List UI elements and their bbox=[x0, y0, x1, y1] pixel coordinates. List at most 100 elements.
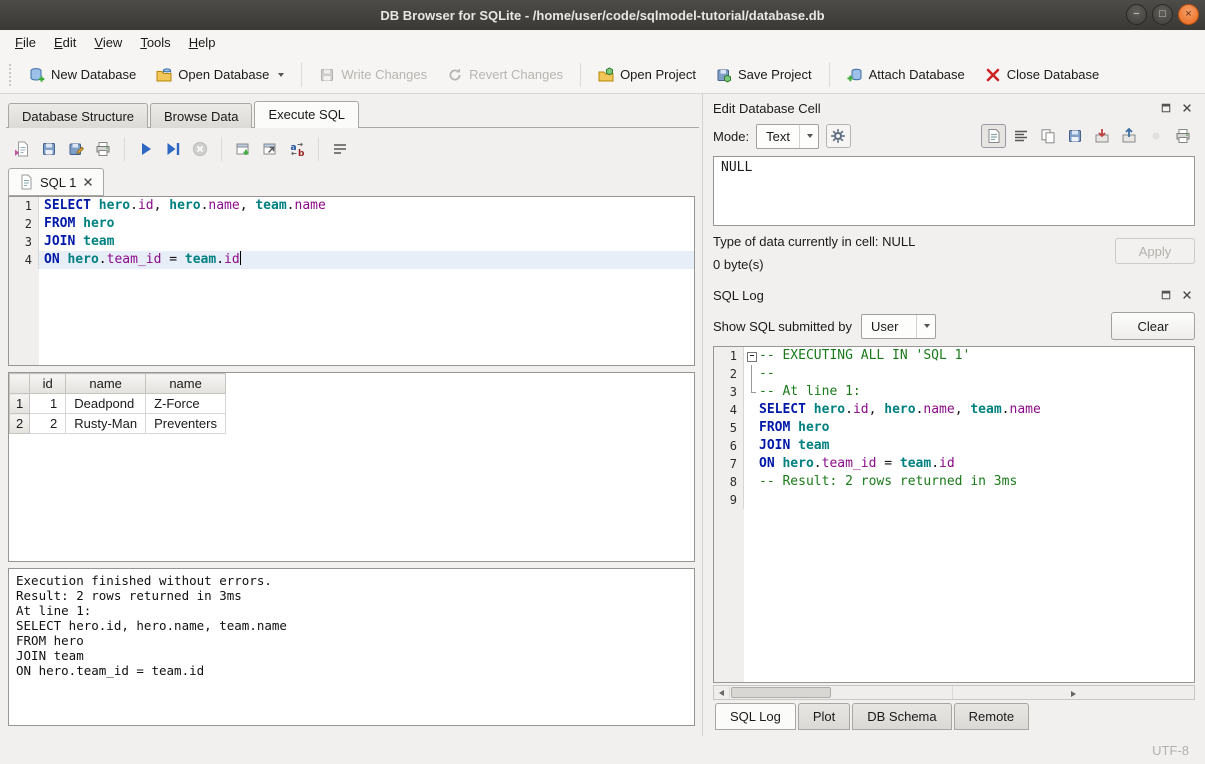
toolbar-close-database-button[interactable]: Close Database bbox=[976, 62, 1109, 88]
execute-line-button[interactable] bbox=[161, 137, 185, 161]
fold-marker-icon[interactable] bbox=[744, 347, 759, 365]
word-wrap-button[interactable] bbox=[328, 137, 352, 161]
cell-editor[interactable]: NULL bbox=[713, 156, 1195, 226]
title-bar[interactable]: DB Browser for SQLite - /home/user/code/… bbox=[0, 0, 1205, 30]
save-sql-as-button[interactable] bbox=[64, 137, 88, 161]
line-number: 6 bbox=[714, 437, 744, 455]
filter-label: Show SQL submitted by bbox=[713, 319, 852, 334]
sql-submitter-select[interactable]: User bbox=[861, 314, 936, 339]
detach-tab-button[interactable] bbox=[258, 137, 282, 161]
sql-editor[interactable]: 1SELECT hero.id, hero.name, team.name2FR… bbox=[8, 196, 695, 366]
save-cell-button[interactable] bbox=[1062, 124, 1087, 148]
editor-line[interactable]: 3JOIN team bbox=[9, 233, 694, 251]
menu-item-tools[interactable]: Tools bbox=[131, 30, 179, 56]
cell-info-texts: Type of data currently in cell: NULL 0 b… bbox=[713, 234, 1115, 272]
float-panel-button[interactable] bbox=[1158, 100, 1174, 116]
toolbar-button-label: Open Database bbox=[178, 67, 269, 82]
mode-select[interactable]: Text bbox=[756, 124, 819, 149]
save-sql-file-button[interactable] bbox=[37, 137, 61, 161]
stop-icon bbox=[192, 141, 208, 157]
results-cell[interactable]: 2 bbox=[30, 414, 66, 434]
menu-item-file[interactable]: File bbox=[6, 30, 45, 56]
maximize-button[interactable]: □ bbox=[1152, 4, 1173, 25]
copy-page-button[interactable] bbox=[1035, 124, 1060, 148]
menu-item-view[interactable]: View bbox=[85, 30, 131, 56]
float-icon bbox=[1160, 289, 1172, 301]
print-button[interactable] bbox=[91, 137, 115, 161]
editor-line[interactable]: 1SELECT hero.id, hero.name, team.name bbox=[9, 197, 694, 215]
results-column-header[interactable]: id bbox=[30, 374, 66, 394]
toolbar-open-project-button[interactable]: Open Project bbox=[589, 62, 705, 88]
encoding-label: UTF-8 bbox=[1152, 743, 1189, 758]
row-number-cell[interactable]: 1 bbox=[10, 394, 30, 414]
log-code: ON hero.team_id = team.id bbox=[759, 455, 1194, 473]
tab-remote[interactable]: Remote bbox=[954, 703, 1030, 730]
log-line: 4SELECT hero.id, hero.name, team.name bbox=[714, 401, 1194, 419]
stop-button bbox=[188, 137, 212, 161]
align-lines-button[interactable] bbox=[1008, 124, 1033, 148]
sql-log-view[interactable]: 1-- EXECUTING ALL IN 'SQL 1'2--3-- At li… bbox=[713, 346, 1195, 683]
window-controls: − □ × bbox=[1126, 4, 1199, 25]
toolbar-new-database-button[interactable]: New Database bbox=[20, 62, 145, 88]
close-log-panel-button[interactable] bbox=[1179, 287, 1195, 303]
float-log-panel-button[interactable] bbox=[1158, 287, 1174, 303]
results-cell[interactable]: Preventers bbox=[146, 414, 226, 434]
new-tab-button[interactable] bbox=[231, 137, 255, 161]
toolbar-save-project-button[interactable]: Save Project bbox=[707, 62, 821, 88]
tab-sql-1[interactable]: SQL 1 bbox=[8, 168, 104, 196]
horizontal-scrollbar[interactable] bbox=[713, 685, 1195, 700]
text-doc-button[interactable] bbox=[981, 124, 1006, 148]
log-line: 8-- Result: 2 rows returned in 3ms bbox=[714, 473, 1194, 491]
editor-code: FROM hero bbox=[39, 215, 694, 233]
scroll-left-arrow-icon[interactable] bbox=[714, 686, 730, 699]
tab-plot[interactable]: Plot bbox=[798, 703, 850, 730]
close-panel-button[interactable] bbox=[1179, 100, 1195, 116]
open-database-icon bbox=[156, 67, 172, 83]
menu-item-edit[interactable]: Edit bbox=[45, 30, 85, 56]
row-number-cell[interactable]: 2 bbox=[10, 414, 30, 434]
log-code bbox=[759, 491, 1194, 509]
attach-database-icon bbox=[847, 67, 863, 83]
find-replace-button[interactable]: ab bbox=[285, 137, 309, 161]
print-button[interactable] bbox=[1170, 124, 1195, 148]
results-column-header[interactable]: name bbox=[66, 374, 146, 394]
results-cell[interactable]: Z-Force bbox=[146, 394, 226, 414]
results-cell[interactable]: Deadpond bbox=[66, 394, 146, 414]
minimize-button[interactable]: − bbox=[1126, 4, 1147, 25]
results-grid: idnamename 11DeadpondZ-Force22Rusty-ManP… bbox=[8, 372, 695, 562]
editor-line[interactable]: 2FROM hero bbox=[9, 215, 694, 233]
scrollbar-handle[interactable] bbox=[731, 687, 831, 698]
close-tab-icon[interactable] bbox=[82, 176, 94, 188]
toolbar-button-label: Close Database bbox=[1007, 67, 1100, 82]
fold-guide bbox=[744, 437, 759, 455]
line-number: 7 bbox=[714, 455, 744, 473]
results-cell[interactable]: 1 bbox=[30, 394, 66, 414]
open-in-external-button[interactable] bbox=[826, 124, 851, 148]
toolbar-write-changes-button: Write Changes bbox=[310, 62, 436, 88]
open-sql-file-button[interactable] bbox=[10, 137, 34, 161]
results-column-header[interactable]: name bbox=[146, 374, 226, 394]
tab-browse-data[interactable]: Browse Data bbox=[150, 103, 252, 128]
close-window-button[interactable]: × bbox=[1178, 4, 1199, 25]
log-code: -- EXECUTING ALL IN 'SQL 1' bbox=[759, 347, 1194, 365]
execute-all-button[interactable] bbox=[134, 137, 158, 161]
scrollbar-track[interactable] bbox=[730, 686, 952, 699]
editor-code: SELECT hero.id, hero.name, team.name bbox=[39, 197, 694, 215]
sql-toolbar: ab bbox=[8, 134, 695, 164]
toolbar-attach-database-button[interactable]: Attach Database bbox=[838, 62, 974, 88]
menu-item-help[interactable]: Help bbox=[180, 30, 225, 56]
tab-sql-log[interactable]: SQL Log bbox=[715, 703, 796, 730]
sql-tab-bar: SQL 1 bbox=[8, 166, 695, 196]
clear-button[interactable]: Clear bbox=[1111, 312, 1195, 340]
import-cell-button[interactable] bbox=[1089, 124, 1114, 148]
toolbar-handle bbox=[9, 64, 13, 86]
tab-execute-sql[interactable]: Execute SQL bbox=[254, 101, 359, 128]
export-cell-button[interactable] bbox=[1116, 124, 1141, 148]
toolbar-open-database-button[interactable]: Open Database bbox=[147, 62, 293, 88]
tab-database-structure[interactable]: Database Structure bbox=[8, 103, 148, 128]
scroll-right-arrow-icon[interactable] bbox=[952, 686, 1195, 699]
editor-line[interactable]: 4ON hero.team_id = team.id bbox=[9, 251, 694, 269]
tab-db-schema[interactable]: DB Schema bbox=[852, 703, 951, 730]
results-cell[interactable]: Rusty-Man bbox=[66, 414, 146, 434]
line-number: 3 bbox=[9, 233, 39, 251]
